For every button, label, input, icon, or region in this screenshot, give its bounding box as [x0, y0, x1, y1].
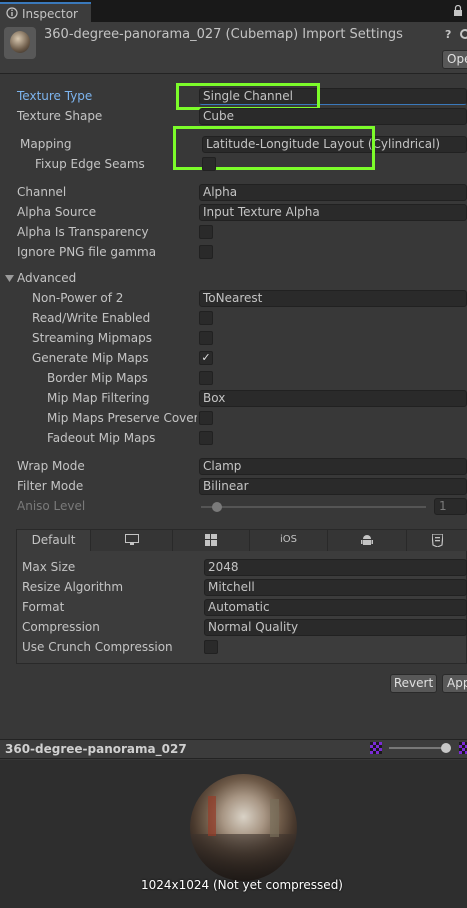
generate-mip-maps-label: Generate Mip Maps [32, 351, 149, 365]
mip-map-filtering-label: Mip Map Filtering [47, 391, 150, 405]
ignore-png-gamma-label: Ignore PNG file gamma [17, 245, 157, 259]
alpha-source-label: Alpha Source [17, 205, 97, 219]
inspector-tab[interactable]: Inspector [0, 2, 91, 22]
revert-button[interactable]: Revert [390, 674, 437, 693]
resize-algorithm-label: Resize Algorithm [22, 580, 124, 594]
aniso-level-value[interactable]: 1 [434, 498, 467, 515]
cubemap-preview-sphere [190, 774, 297, 881]
format-dropdown[interactable]: Automatic [204, 599, 467, 616]
use-crunch-checkbox[interactable] [204, 640, 218, 654]
filter-mode-label: Filter Mode [17, 479, 84, 493]
texture-type-highlight [176, 83, 320, 110]
fadeout-mip-maps-checkbox[interactable] [199, 431, 213, 445]
tab-windows-store[interactable] [173, 530, 250, 551]
read-write-checkbox[interactable] [199, 311, 213, 325]
texture-shape-label: Texture Shape [17, 109, 103, 123]
inspector-tab-label: Inspector [22, 7, 78, 21]
mip-map-filtering-dropdown[interactable]: Box [199, 390, 467, 407]
mip-checker-icon[interactable] [459, 742, 467, 754]
read-write-label: Read/Write Enabled [32, 311, 151, 325]
use-crunch-label: Use Crunch Compression [22, 640, 173, 654]
svg-text:?: ? [445, 28, 451, 40]
tab-webgl[interactable] [407, 530, 467, 551]
mapping-label: Mapping [20, 137, 72, 151]
format-label: Format [22, 600, 65, 614]
streaming-mipmaps-checkbox[interactable] [199, 331, 213, 345]
mip-maps-preserve-coverage-label: Mip Maps Preserve Covera [47, 411, 197, 425]
cubemap-asset-icon [4, 27, 36, 59]
windows-icon [205, 534, 217, 546]
preview-info: 1024x1024 (Not yet compressed) [140, 878, 343, 892]
mip-slider-track[interactable] [389, 747, 445, 749]
non-power-of-2-dropdown[interactable]: ToNearest [199, 290, 467, 307]
html5-icon [430, 533, 444, 548]
tab-default[interactable]: Default [17, 530, 91, 551]
lock-icon[interactable] [453, 5, 463, 16]
texture-type-label: Texture Type [17, 89, 93, 103]
tab-standalone[interactable] [91, 530, 173, 551]
channel-label: Channel [17, 185, 67, 199]
border-mip-maps-checkbox[interactable] [199, 371, 213, 385]
mip-slider-thumb[interactable] [441, 743, 451, 753]
fixup-edge-seams-label: Fixup Edge Seams [35, 157, 145, 171]
header-title: 360-degree-panorama_027 (Cubemap) Import… [44, 27, 403, 42]
border-mip-maps-label: Border Mip Maps [47, 371, 148, 385]
wrap-mode-dropdown[interactable]: Clamp [199, 458, 467, 475]
wrap-mode-label: Wrap Mode [17, 459, 85, 473]
non-power-of-2-label: Non-Power of 2 [32, 291, 124, 305]
apply-button[interactable]: App [442, 674, 467, 693]
settings-icon[interactable] [458, 28, 467, 40]
open-button[interactable]: Ope [442, 50, 467, 69]
resize-algorithm-dropdown[interactable]: Mitchell [204, 579, 467, 596]
texture-shape-dropdown[interactable]: Cube [199, 108, 467, 125]
alpha-is-transparency-checkbox[interactable] [199, 225, 213, 239]
help-icon[interactable]: ? [444, 28, 455, 40]
info-icon [6, 7, 18, 19]
compression-dropdown[interactable]: Normal Quality [204, 619, 467, 636]
compression-label: Compression [22, 620, 100, 634]
aniso-level-label: Aniso Level [17, 499, 86, 513]
streaming-mipmaps-label: Streaming Mipmaps [32, 331, 153, 345]
advanced-foldout-arrow-icon[interactable] [5, 275, 14, 283]
tab-ios[interactable]: iOS [250, 530, 328, 551]
alpha-is-transparency-label: Alpha Is Transparency [17, 225, 149, 239]
ignore-png-gamma-checkbox[interactable] [199, 245, 213, 259]
monitor-icon [124, 534, 139, 545]
channel-dropdown[interactable]: Alpha [199, 184, 467, 201]
tab-android[interactable] [328, 530, 407, 551]
fadeout-mip-maps-label: Fadeout Mip Maps [47, 431, 156, 445]
aniso-level-slider-thumb[interactable] [212, 502, 222, 512]
advanced-foldout-label[interactable]: Advanced [17, 271, 76, 285]
alpha-checker-icon[interactable] [370, 742, 382, 754]
filter-mode-dropdown[interactable]: Bilinear [199, 478, 467, 495]
generate-mip-maps-checkbox[interactable]: ✓ [199, 351, 213, 365]
android-icon [361, 535, 373, 545]
max-size-label: Max Size [22, 560, 76, 574]
aniso-level-slider-track[interactable] [201, 506, 426, 508]
fixup-edge-seams-checkbox[interactable] [202, 157, 216, 171]
alpha-source-dropdown[interactable]: Input Texture Alpha [199, 204, 467, 221]
mip-maps-preserve-coverage-checkbox[interactable] [199, 411, 213, 425]
preview-title: 360-degree-panorama_027 [5, 742, 187, 756]
max-size-dropdown[interactable]: 2048 [204, 559, 467, 576]
